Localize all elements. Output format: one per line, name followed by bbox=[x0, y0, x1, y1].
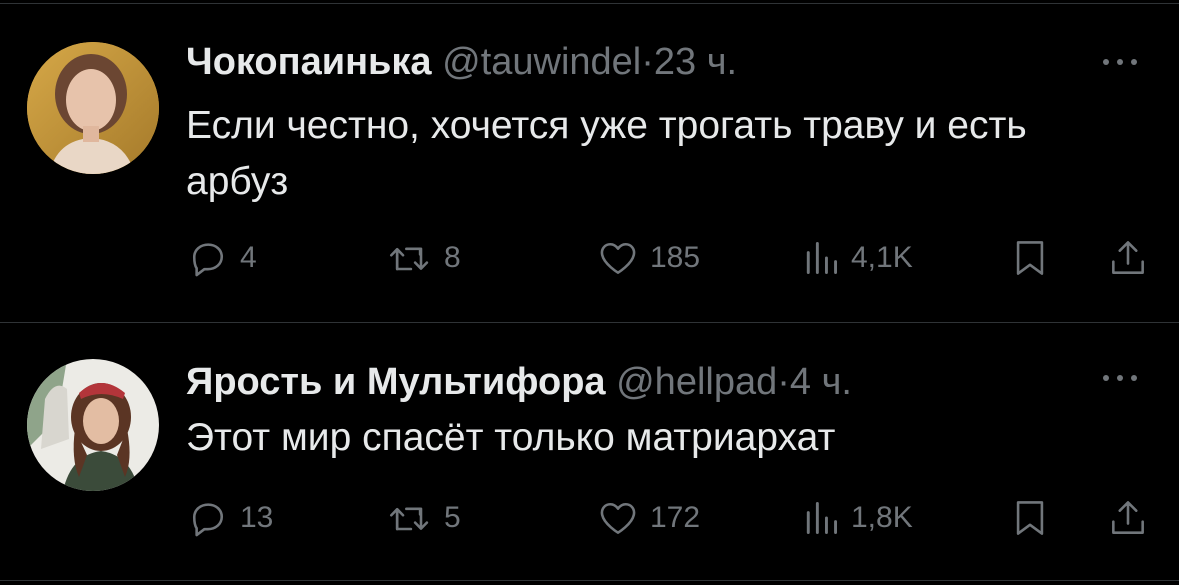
avatar-image bbox=[27, 359, 159, 491]
tweet[interactable]: Чокопаинька @tauwindel·23 ч. Если честно… bbox=[0, 0, 1179, 322]
more-dots-icon[interactable] bbox=[1103, 373, 1137, 383]
reply-bubble-icon bbox=[192, 243, 224, 277]
separator-dot: · bbox=[641, 41, 654, 83]
like-count: 185 bbox=[650, 241, 701, 274]
like-button[interactable]: 185 bbox=[596, 236, 700, 280]
bookmark-icon bbox=[1016, 241, 1044, 275]
reply-bubble-icon bbox=[192, 503, 224, 537]
retweet-icon bbox=[390, 507, 429, 531]
tweet-header: Ярость и Мультифора @hellpad·4 ч. bbox=[186, 360, 852, 404]
like-count: 172 bbox=[650, 501, 701, 534]
bookmark-icon bbox=[1016, 501, 1044, 535]
retweet-count: 8 bbox=[444, 241, 461, 274]
timestamp[interactable]: 23 ч. bbox=[654, 41, 737, 83]
separator-dot: · bbox=[777, 361, 790, 403]
tweet[interactable]: Ярость и Мультифора @hellpad·4 ч. Этот м… bbox=[0, 323, 1179, 583]
share-upload-icon bbox=[1112, 241, 1144, 274]
share-button[interactable] bbox=[1106, 236, 1150, 280]
more-dots-icon[interactable] bbox=[1103, 57, 1137, 67]
retweet-count: 5 bbox=[444, 501, 461, 534]
share-button[interactable] bbox=[1106, 496, 1150, 540]
avatar[interactable] bbox=[27, 359, 159, 491]
user-handle[interactable]: @hellpad bbox=[616, 361, 777, 403]
views-bar-chart-icon bbox=[806, 242, 837, 274]
like-button[interactable]: 172 bbox=[596, 496, 700, 540]
views-button[interactable]: 1,8K bbox=[801, 496, 913, 540]
views-count: 4,1K bbox=[851, 241, 913, 274]
timestamp[interactable]: 4 ч. bbox=[790, 361, 852, 403]
reply-button[interactable]: 13 bbox=[186, 496, 273, 540]
share-upload-icon bbox=[1112, 501, 1144, 534]
views-button[interactable]: 4,1K bbox=[801, 236, 913, 280]
retweet-button[interactable]: 5 bbox=[386, 496, 461, 540]
tweet-actions: 4 8 185 4,1K bbox=[186, 236, 1146, 280]
display-name[interactable]: Чокопаинька bbox=[186, 41, 432, 83]
tweet-text: Если честно, хочется уже трогать траву и… bbox=[186, 104, 1027, 203]
heart-icon bbox=[600, 502, 636, 534]
reply-button[interactable]: 4 bbox=[186, 236, 257, 280]
tweet-header: Чокопаинька @tauwindel·23 ч. bbox=[186, 40, 737, 84]
user-handle[interactable]: @tauwindel bbox=[442, 41, 641, 83]
tweet-actions: 13 5 172 1,8K bbox=[186, 496, 1146, 540]
views-bar-chart-icon bbox=[806, 502, 837, 534]
avatar[interactable] bbox=[27, 42, 159, 174]
bottom-divider bbox=[0, 580, 1179, 581]
tweet-feed: Чокопаинька @tauwindel·23 ч. Если честно… bbox=[0, 0, 1179, 585]
views-count: 1,8K bbox=[851, 501, 913, 534]
avatar-image bbox=[27, 42, 159, 174]
retweet-button[interactable]: 8 bbox=[386, 236, 461, 280]
reply-count: 13 bbox=[240, 501, 274, 534]
bookmark-button[interactable] bbox=[1008, 236, 1052, 280]
reply-count: 4 bbox=[240, 241, 257, 274]
retweet-icon bbox=[390, 247, 429, 271]
tweet-text: Этот мир спасёт только матриархат bbox=[186, 416, 836, 459]
bookmark-button[interactable] bbox=[1008, 496, 1052, 540]
heart-icon bbox=[600, 242, 636, 274]
display-name[interactable]: Ярость и Мультифора bbox=[186, 361, 606, 403]
